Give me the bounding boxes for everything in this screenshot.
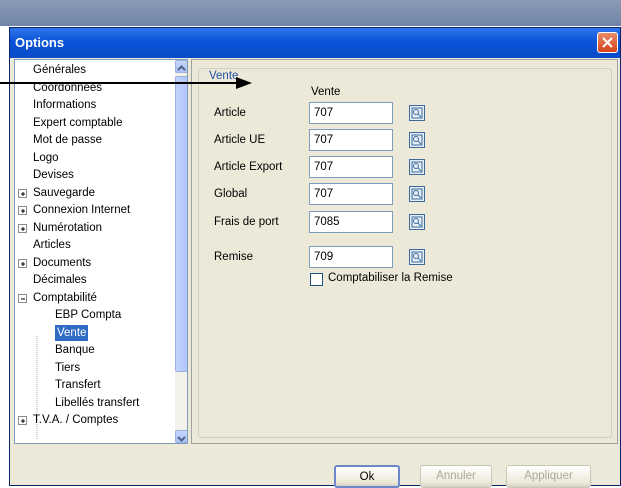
expand-icon[interactable] [18,258,27,268]
tree-item[interactable]: Décimales [33,272,87,288]
field-label-article: Article [214,107,246,119]
column-header: Vente [311,86,341,98]
expand-icon[interactable] [18,188,27,198]
remise-input[interactable]: 709 [309,246,393,268]
tree-item[interactable]: Transfert [55,377,101,393]
lookup-icon [411,134,423,146]
lookup-icon [411,251,423,263]
lookup-icon [411,188,423,200]
global-input[interactable]: 707 [309,183,393,205]
lookup-icon [411,161,423,173]
tree-item[interactable]: Coordonnées [33,80,102,96]
tree-item[interactable]: Banque [55,342,95,358]
collapse-icon[interactable] [18,293,27,303]
title-bar[interactable]: Options [10,28,620,58]
tree-scrollbar[interactable] [175,60,187,443]
chevron-up-icon [177,65,186,71]
article-lookup-button[interactable] [409,105,425,121]
field-label-frais-de-port: Frais de port [214,216,279,228]
expand-icon[interactable] [18,416,27,425]
tree-item[interactable]: Logo [33,150,59,166]
expand-icon[interactable] [18,223,27,233]
frais-de-port-input[interactable]: 7085 [309,211,393,233]
field-label-remise: Remise [214,251,253,263]
comptabiliser-remise-label: Comptabiliser la Remise [328,272,453,284]
article-export-input[interactable]: 707 [309,156,393,178]
comptabiliser-remise-checkbox[interactable] [310,273,323,286]
options-tree: Générales Coordonnées Informations Expert c… [14,59,188,444]
tree-item[interactable]: Informations [33,97,96,113]
apply-button[interactable]: Appliquer [506,465,591,488]
scroll-down-button[interactable] [175,430,187,443]
window-title: Options [15,35,65,50]
tree-item[interactable]: Comptabilité [33,290,97,306]
tree-item[interactable]: T.V.A. / Comptes [33,412,118,428]
tree-item[interactable]: EBP Compta [55,307,121,323]
frais-de-port-lookup-button[interactable] [409,214,425,230]
article-input[interactable]: 707 [309,102,393,124]
tree-item[interactable]: Numérotation [33,220,102,236]
global-lookup-button[interactable] [409,186,425,202]
close-button[interactable] [597,32,618,53]
background-strip [0,0,621,26]
lookup-icon [411,216,423,228]
tree-item[interactable]: Devises [33,167,74,183]
cancel-button[interactable]: Annuler [420,465,492,488]
article-ue-input[interactable]: 707 [309,129,393,151]
scroll-thumb[interactable] [175,76,187,372]
article-export-lookup-button[interactable] [409,159,425,175]
vente-groupbox: Vente Vente Article 707 Article UE 707 A… [198,68,612,438]
scroll-up-button[interactable] [175,60,187,73]
field-label-article-ue: Article UE [214,134,266,146]
tree-item[interactable]: Sauvegarde [33,185,95,201]
tree-item[interactable]: Mot de passe [33,132,102,148]
group-title: Vente [207,70,241,82]
close-icon [602,37,613,48]
tree-item[interactable]: Articles [33,237,71,253]
chevron-down-icon [177,436,186,442]
tree-item[interactable]: Tiers [55,360,80,376]
field-label-global: Global [214,188,248,200]
expand-icon[interactable] [18,206,27,215]
tree-item[interactable]: Connexion Internet [33,202,130,218]
tree-item[interactable]: Vente [55,324,89,341]
tree-item[interactable]: Documents [33,255,91,271]
tree-item[interactable]: Expert comptable [33,115,123,131]
ok-button[interactable]: Ok [334,465,400,488]
lookup-icon [411,107,423,119]
tree-item[interactable]: Générales [33,62,86,78]
remise-lookup-button[interactable] [409,249,425,265]
field-label-article-export: Article Export [214,161,283,173]
article-ue-lookup-button[interactable] [409,132,425,148]
options-dialog: Options Générales Coordonnées Informations… [9,27,621,488]
tree-item[interactable]: Libellés transfert [55,395,139,411]
settings-panel: Vente Vente Article 707 Article UE 707 A… [191,59,618,444]
